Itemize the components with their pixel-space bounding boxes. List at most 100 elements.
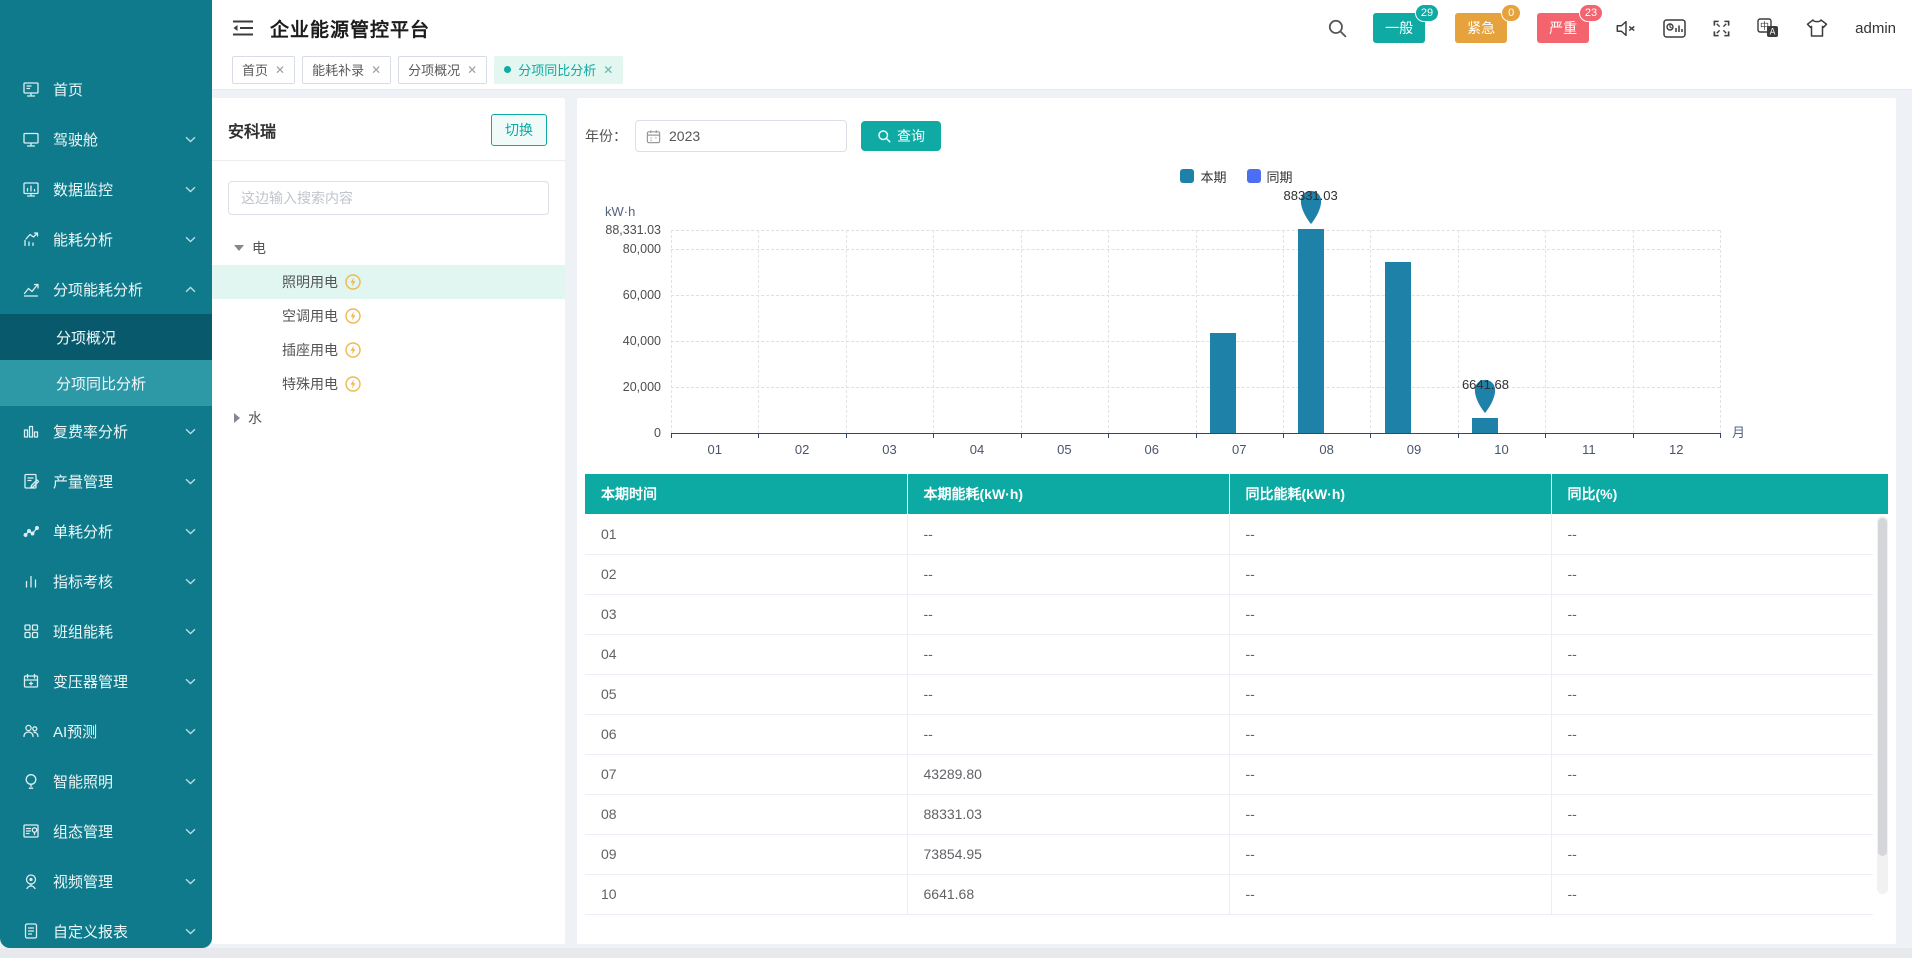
sidebar-item-自定义报表[interactable]: 自定义报表 xyxy=(0,906,212,948)
gridline xyxy=(1021,230,1022,433)
sidebar-item-分项能耗分析[interactable]: 分项能耗分析 xyxy=(0,264,212,314)
header-actions: 一般 29 紧急 0 严重 23 中A admin xyxy=(1327,13,1896,43)
legend-item-本期[interactable]: 本期 xyxy=(1180,167,1226,186)
year-picker[interactable]: 2023 xyxy=(635,120,847,152)
sidebar-subitem-分项同比分析[interactable]: 分项同比分析 xyxy=(0,360,212,406)
caret-collapsed-icon[interactable] xyxy=(234,413,240,423)
tab-能耗补录[interactable]: 能耗补录 ✕ xyxy=(302,56,391,84)
mute-icon[interactable] xyxy=(1615,19,1637,38)
table-cell: -- xyxy=(1551,834,1873,874)
chevron-down-icon xyxy=(185,528,196,535)
sidebar-item-label: 智能照明 xyxy=(53,771,185,792)
x-tick-label: 08 xyxy=(1283,442,1370,457)
top-header: 企业能源管控平台 一般 29紧急 0严重 23 中A xyxy=(212,0,1912,56)
sidebar-subitem-label: 分项概况 xyxy=(56,327,116,348)
alarm-badge-severe[interactable]: 严重 23 xyxy=(1537,13,1589,43)
tree-node-特殊用电[interactable]: 特殊用电 xyxy=(212,367,565,401)
sidebar-item-复费率分析[interactable]: 复费率分析 xyxy=(0,406,212,456)
sidebar-item-label: AI预测 xyxy=(53,721,185,742)
tab-close-icon[interactable]: ✕ xyxy=(467,63,477,77)
year-value: 2023 xyxy=(669,128,700,144)
table-row: 01------ xyxy=(585,514,1873,554)
chevron-down-icon xyxy=(185,878,196,885)
sidebar: 首页 驾驶舱 数据监控 能耗分析 分项能耗分析分项概况分项同比分析 复费率分析 … xyxy=(0,0,212,948)
comparison-bar-chart: 本期 同期 kW·h 月 88,331.0380,00060,00040,000… xyxy=(585,166,1888,434)
query-button[interactable]: 查询 xyxy=(861,121,941,151)
team-energy-icon xyxy=(22,622,40,640)
tab-close-icon[interactable]: ✕ xyxy=(371,63,381,77)
table-cell: 73854.95 xyxy=(907,834,1229,874)
sidebar-item-label: 能耗分析 xyxy=(53,229,185,250)
x-tick-label: 09 xyxy=(1370,442,1457,457)
y-axis-unit: kW·h xyxy=(605,204,635,219)
tree-node-label: 特殊用电 xyxy=(282,374,338,394)
lightning-icon xyxy=(345,274,361,290)
tab-分项同比分析[interactable]: 分项同比分析 ✕ xyxy=(494,56,623,84)
horizontal-scrollbar[interactable] xyxy=(0,948,1912,958)
user-menu[interactable]: admin xyxy=(1855,20,1896,37)
chevron-down-icon xyxy=(185,186,196,193)
y-tick-label: 0 xyxy=(654,426,661,440)
tab-首页[interactable]: 首页 ✕ xyxy=(232,56,295,84)
tree-node-电[interactable]: 电 xyxy=(212,231,565,265)
switch-button[interactable]: 切换 xyxy=(491,114,547,146)
legend-swatch xyxy=(1247,169,1261,183)
table-row: 0888331.03---- xyxy=(585,794,1873,834)
chevron-down-icon xyxy=(185,236,196,243)
table-row: 06------ xyxy=(585,714,1873,754)
collapse-menu-icon[interactable] xyxy=(232,19,254,37)
year-label: 年份： xyxy=(585,126,627,146)
language-icon[interactable]: 中A xyxy=(1757,18,1779,38)
sidebar-item-变压器管理[interactable]: 变压器管理 xyxy=(0,656,212,706)
x-axis-tick xyxy=(1108,433,1109,438)
x-tick-label: 07 xyxy=(1196,442,1283,457)
sidebar-item-label: 单耗分析 xyxy=(53,521,185,542)
table-cell: 07 xyxy=(585,754,907,794)
tab-label: 能耗补录 xyxy=(312,60,364,79)
unit-consumption-icon xyxy=(22,522,40,540)
table-cell: -- xyxy=(907,634,1229,674)
search-icon[interactable] xyxy=(1327,18,1347,38)
table-scrollbar-thumb[interactable] xyxy=(1878,518,1887,856)
x-tick-label: 10 xyxy=(1458,442,1545,457)
sidebar-item-label: 分项能耗分析 xyxy=(53,279,185,300)
table-scrollbar[interactable] xyxy=(1877,516,1888,894)
sidebar-item-产量管理[interactable]: 产量管理 xyxy=(0,456,212,506)
theme-shirt-icon[interactable] xyxy=(1805,18,1829,38)
sidebar-item-班组能耗[interactable]: 班组能耗 xyxy=(0,606,212,656)
table-cell: 10 xyxy=(585,874,907,914)
tab-分项概况[interactable]: 分项概况 ✕ xyxy=(398,56,487,84)
sidebar-item-指标考核[interactable]: 指标考核 xyxy=(0,556,212,606)
table-cell: -- xyxy=(1229,714,1551,754)
sidebar-item-AI预测[interactable]: AI预测 xyxy=(0,706,212,756)
sidebar-item-能耗分析[interactable]: 能耗分析 xyxy=(0,214,212,264)
tree-node-空调用电[interactable]: 空调用电 xyxy=(212,299,565,333)
table-cell: -- xyxy=(1229,514,1551,554)
fullscreen-icon[interactable] xyxy=(1712,19,1731,38)
sidebar-item-数据监控[interactable]: 数据监控 xyxy=(0,164,212,214)
sidebar-item-组态管理[interactable]: 组态管理 xyxy=(0,806,212,856)
tree-node-label: 水 xyxy=(248,408,262,428)
sidebar-item-label: 变压器管理 xyxy=(53,671,185,692)
caret-expanded-icon[interactable] xyxy=(234,245,244,251)
sidebar-subitem-分项概况[interactable]: 分项概况 xyxy=(0,314,212,360)
report-screen-icon[interactable] xyxy=(1663,19,1686,38)
sidebar-item-视频管理[interactable]: 视频管理 xyxy=(0,856,212,906)
sidebar-item-智能照明[interactable]: 智能照明 xyxy=(0,756,212,806)
alarm-badge-general[interactable]: 一般 29 xyxy=(1373,13,1425,43)
table-cell: -- xyxy=(907,674,1229,714)
tab-close-icon[interactable]: ✕ xyxy=(275,63,285,77)
tree-search-input[interactable] xyxy=(228,181,549,215)
alarm-badge-urgent[interactable]: 紧急 0 xyxy=(1455,13,1507,43)
tab-close-icon[interactable]: ✕ xyxy=(603,63,613,77)
table-cell: -- xyxy=(1229,754,1551,794)
sidebar-item-首页[interactable]: 首页 xyxy=(0,64,212,114)
legend-item-同期[interactable]: 同期 xyxy=(1247,167,1293,186)
tree-node-水[interactable]: 水 xyxy=(212,401,565,435)
table-cell: -- xyxy=(1229,834,1551,874)
tree-node-插座用电[interactable]: 插座用电 xyxy=(212,333,565,367)
sidebar-item-单耗分析[interactable]: 单耗分析 xyxy=(0,506,212,556)
sidebar-item-驾驶舱[interactable]: 驾驶舱 xyxy=(0,114,212,164)
tree-node-照明用电[interactable]: 照明用电 xyxy=(212,265,565,299)
chevron-down-icon xyxy=(185,928,196,935)
